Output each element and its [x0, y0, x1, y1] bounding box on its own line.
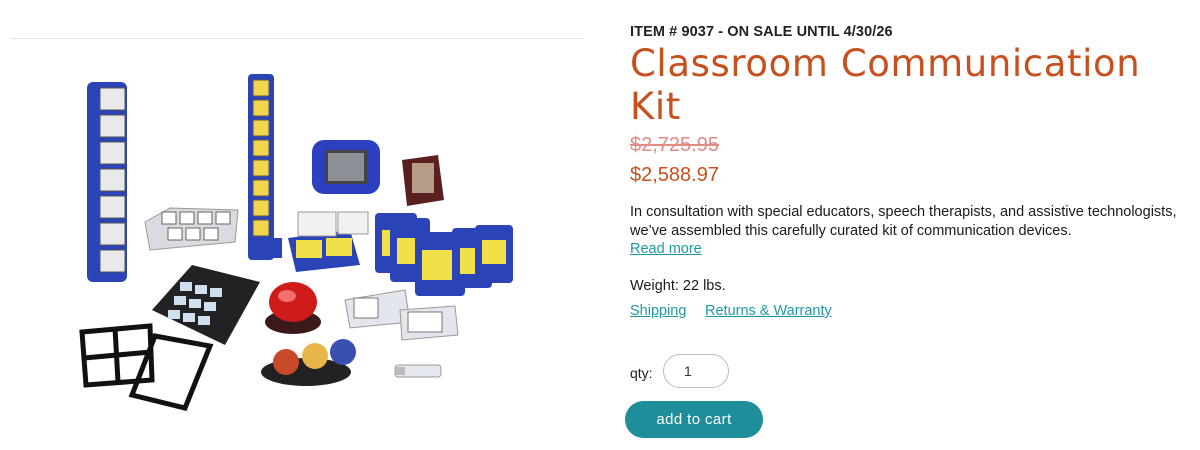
photo-frame	[402, 155, 444, 206]
keyguard-frames	[79, 323, 214, 411]
product-title: Classroom Communication Kit	[630, 42, 1141, 128]
red-button	[265, 282, 321, 334]
tablet-case	[312, 140, 380, 194]
usb-stick	[394, 364, 442, 378]
product-description: In consultation with special educators, …	[630, 204, 1177, 239]
grid-device	[152, 265, 260, 345]
read-more-link[interactable]: Read more	[630, 241, 702, 257]
quantity-input[interactable]	[663, 354, 729, 388]
tall-strip-center	[248, 74, 282, 260]
switch-pair	[288, 211, 369, 272]
communicator-tray	[144, 207, 239, 251]
original-price: $2,725.95	[630, 134, 719, 156]
item-number-sale-line: ITEM # 9037 - ON SALE UNTIL 4/30/26	[630, 24, 893, 40]
product-weight: Weight: 22 lbs.	[630, 278, 726, 294]
sale-price: $2,588.97	[630, 164, 719, 186]
quantity-label: qty:	[630, 365, 653, 381]
shipping-link[interactable]: Shipping	[630, 303, 686, 319]
returns-warranty-link[interactable]: Returns & Warranty	[705, 303, 832, 319]
card-holders	[344, 289, 459, 341]
add-to-cart-button[interactable]: add to cart	[625, 401, 763, 438]
clipboards	[375, 213, 513, 296]
product-image[interactable]	[60, 60, 530, 420]
tall-strip-left	[87, 82, 127, 282]
triple-switch	[261, 339, 356, 386]
image-top-divider	[10, 38, 583, 39]
